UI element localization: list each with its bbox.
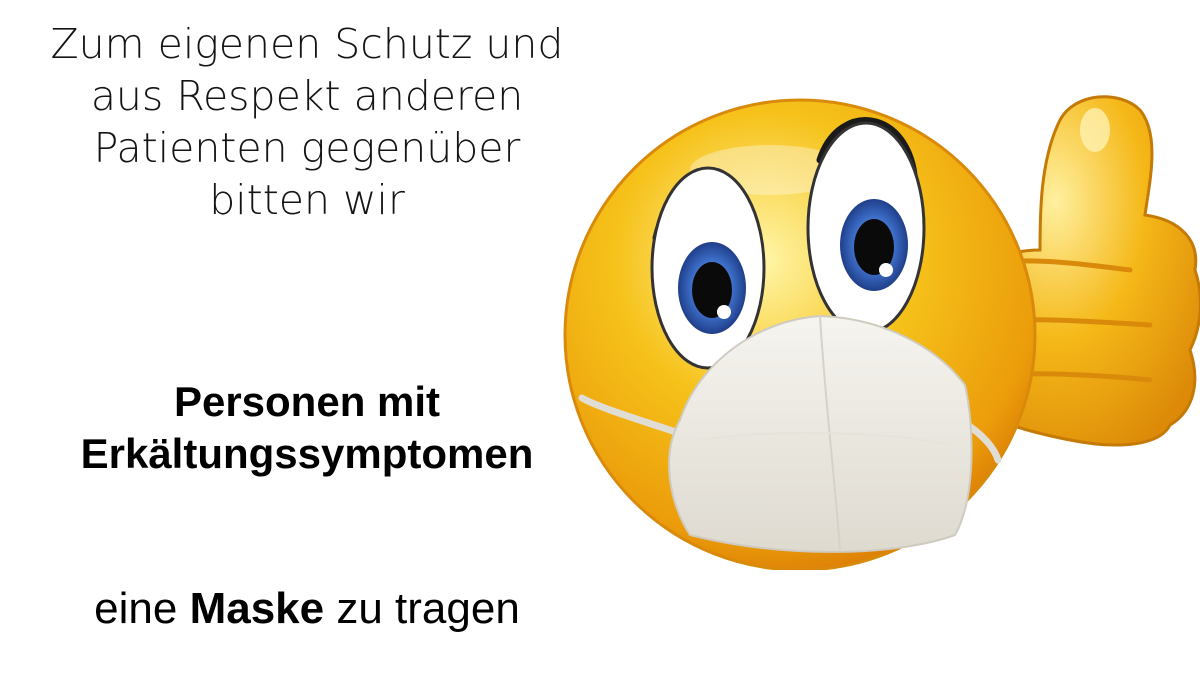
intro-text: Zum eigenen Schutz und aus Respekt ander… <box>0 18 614 226</box>
closing-text: eine Maske zu tragen <box>0 579 614 639</box>
closing-before: eine <box>94 584 178 633</box>
intro-line-4: bitten wir <box>209 176 405 224</box>
closing-after: zu tragen <box>336 584 520 633</box>
intro-line-1: Zum eigenen Schutz und <box>50 20 564 68</box>
emphasis-line-1: Personen mit <box>173 378 441 425</box>
intro-line-2: aus Respekt anderen <box>90 72 524 120</box>
emphasis-line-2: Erkältungssymptomen <box>80 430 534 477</box>
closing-mask-word: Maske <box>189 584 325 633</box>
intro-line-3: Patienten gegenüber <box>93 124 521 172</box>
emphasis-text: Personen mit Erkältungssymptomen <box>0 376 614 480</box>
masked-thumbs-up-emoji-icon <box>563 95 1200 570</box>
right-eye <box>806 117 926 335</box>
